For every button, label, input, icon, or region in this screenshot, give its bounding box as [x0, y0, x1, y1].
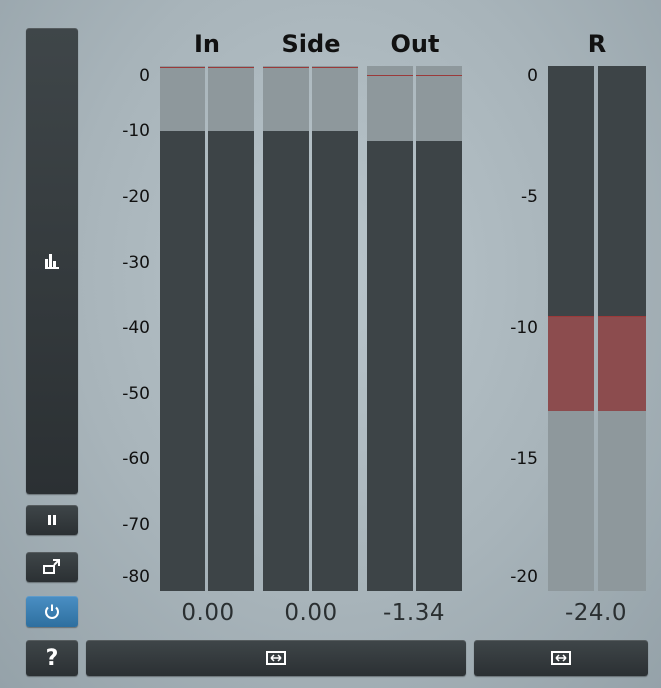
expand-left-button[interactable] — [86, 640, 466, 676]
header-out: Out — [390, 30, 440, 58]
r-scale-tick: -10 — [510, 318, 538, 338]
header-r: R — [587, 30, 607, 58]
level-fill — [416, 141, 462, 591]
r-readout: -24.0 — [564, 600, 627, 626]
in-readout: 0.00 — [181, 600, 235, 626]
meters-panel: ? In Side Out R 0 -10 -20 -30 -40 -50 -6… — [0, 0, 661, 688]
expand-icon — [551, 651, 571, 665]
scale-tick: -40 — [122, 318, 150, 338]
scale-tick: -60 — [122, 449, 150, 469]
r-line — [598, 316, 646, 317]
r-top-fill — [598, 66, 646, 316]
header-side: Side — [281, 30, 341, 58]
scale-tick: -30 — [122, 253, 150, 273]
r-top-fill — [548, 66, 594, 316]
level-fill — [312, 130, 358, 591]
scale-tick: -20 — [122, 187, 150, 207]
scale-tick: -70 — [122, 515, 150, 535]
level-fill — [160, 130, 205, 591]
out-readout: -1.34 — [382, 600, 445, 626]
header-in: In — [193, 30, 220, 58]
pause-button[interactable] — [26, 505, 78, 535]
side-meter-right — [312, 66, 358, 591]
pause-icon — [46, 514, 58, 526]
popout-button[interactable] — [26, 552, 78, 582]
r-highlight — [598, 316, 646, 411]
meter-view-button[interactable] — [26, 28, 78, 494]
level-fill — [263, 130, 309, 591]
help-icon: ? — [45, 645, 59, 671]
r-highlight — [548, 316, 594, 411]
r-scale-tick: -15 — [510, 449, 538, 469]
level-fill — [367, 141, 413, 591]
scale-tick: 0 — [139, 66, 150, 86]
peak-line — [208, 66, 254, 68]
in-meter-left — [160, 66, 205, 591]
power-button[interactable] — [26, 596, 78, 627]
histogram-icon — [44, 253, 60, 269]
expand-right-button[interactable] — [474, 640, 648, 676]
scale-tick: -10 — [122, 121, 150, 141]
help-button[interactable]: ? — [26, 640, 78, 676]
peak-line — [263, 66, 309, 68]
side-readout: 0.00 — [284, 600, 338, 626]
expand-icon — [266, 651, 286, 665]
peak-line — [160, 66, 205, 68]
peak-line — [416, 74, 462, 76]
r-meter-left — [548, 66, 594, 591]
r-line — [548, 316, 594, 317]
r-scale-tick: -20 — [510, 567, 538, 587]
level-fill — [208, 130, 254, 591]
peak-line — [367, 74, 413, 76]
r-scale-tick: -5 — [521, 187, 538, 207]
in-meter-right — [208, 66, 254, 591]
scale-tick: -50 — [122, 384, 150, 404]
scale-tick: -80 — [122, 567, 150, 587]
popout-icon — [43, 559, 61, 575]
out-meter-right — [416, 66, 462, 591]
r-scale-tick: 0 — [527, 66, 538, 86]
out-meter-left — [367, 66, 413, 591]
peak-line — [312, 66, 358, 68]
power-icon — [43, 603, 61, 621]
side-meter-left — [263, 66, 309, 591]
r-meter-right — [598, 66, 646, 591]
